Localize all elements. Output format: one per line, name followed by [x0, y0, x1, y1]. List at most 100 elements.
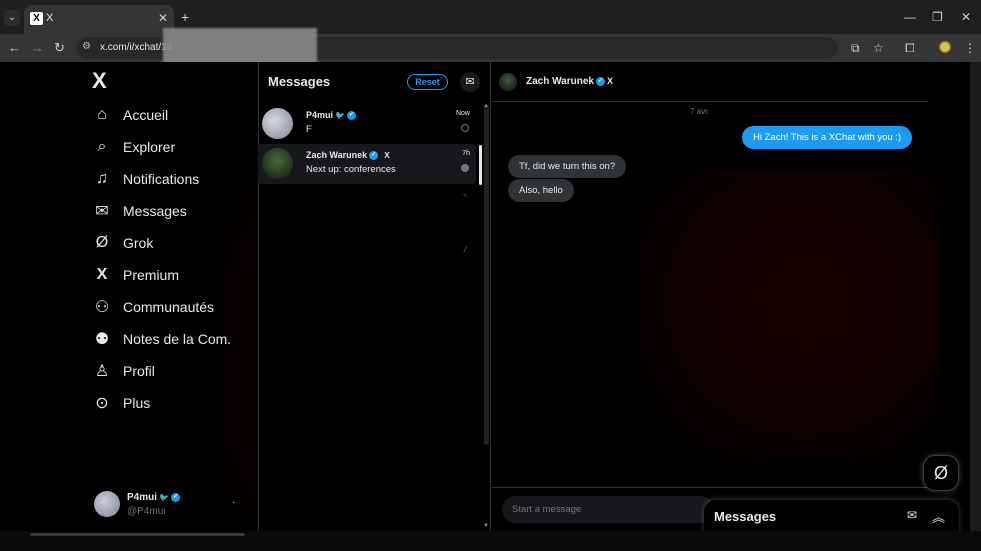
browser-tab[interactable]: X X ✕	[24, 5, 174, 34]
read-status-icon	[461, 164, 469, 172]
profile-icon: ♙	[94, 363, 110, 380]
x-badge-icon: X	[607, 76, 614, 86]
account-switcher[interactable]: P4mui 🐦 ✓ @P4mui ·	[94, 491, 254, 521]
messages-title: Messages	[268, 74, 331, 89]
conversation-item-p4mui[interactable]: P4mui 🐦 ✓ F Now	[258, 104, 476, 144]
avatar[interactable]	[499, 73, 517, 91]
browser-profile-avatar[interactable]	[938, 40, 952, 54]
sidebar-item-communautes[interactable]: ⚇ Communautés	[92, 294, 214, 320]
messages-drawer-title: Messages	[714, 509, 777, 524]
x-favicon-icon: X	[30, 12, 43, 25]
sidebar-item-label: Grok	[123, 235, 154, 251]
conversation-name: Zach Warunek ✓ X	[306, 150, 390, 161]
resize-handle-icon[interactable]: ⁄	[465, 245, 466, 254]
bell-icon: ♫	[96, 170, 108, 187]
new-message-icon[interactable]: ✉	[907, 508, 917, 522]
sidebar-item-label: Notifications	[123, 171, 200, 187]
verified-badge-icon: ✓	[346, 111, 356, 121]
message-bubble-incoming[interactable]: Also, hello	[508, 179, 574, 202]
x-logo-icon[interactable]: X	[92, 68, 107, 94]
account-name: P4mui 🐦 ✓	[127, 492, 180, 503]
date-separator: 7 avr.	[690, 107, 710, 116]
sidebar-item-explorer[interactable]: ⌕ Explorer	[92, 134, 176, 160]
conversation-list-scroll-thumb[interactable]	[479, 145, 482, 185]
maximize-icon[interactable]: ❐	[932, 10, 943, 24]
new-message-envelope-icon[interactable]: ✉	[460, 72, 480, 92]
sidebar-item-grok[interactable]: Ø Grok	[92, 230, 154, 256]
sidebar-item-messages[interactable]: ✉ Messages	[92, 198, 187, 224]
conversation-time: Now	[455, 110, 470, 117]
sidebar-item-profil[interactable]: ♙ Profil	[92, 358, 155, 384]
more-circle-icon: ⊙	[95, 395, 109, 412]
scroll-down-arrow-icon[interactable]: ▼	[483, 523, 489, 529]
conversation-preview: Next up: conferences	[306, 164, 396, 175]
conversation-name: P4mui 🐦 ✓	[306, 110, 356, 121]
tab-close-icon[interactable]: ✕	[158, 11, 168, 25]
sidebar-item-label: Explorer	[123, 139, 176, 155]
grok-icon: Ø	[933, 463, 948, 483]
conversation-time: 7h	[462, 150, 470, 157]
tab-title: X	[46, 12, 54, 24]
reload-icon[interactable]: ↻	[54, 40, 65, 56]
x-badge-icon: X	[384, 151, 390, 160]
horizontal-scrollbar-thumb[interactable]	[30, 533, 245, 536]
account-handle: @P4mui	[127, 506, 166, 517]
envelope-icon: ✉	[95, 203, 109, 220]
verified-badge-icon: ✓	[170, 492, 180, 502]
account-more-icon[interactable]: ·	[232, 497, 235, 508]
conversation-list-scrollbar[interactable]	[484, 105, 489, 445]
chat-background-glow	[640, 170, 940, 460]
sidebar-item-premium[interactable]: X Premium	[92, 262, 179, 288]
conversation-preview: F	[306, 124, 312, 135]
minimize-icon[interactable]: —	[904, 10, 916, 24]
tab-search-chevron-down-icon[interactable]: ⌄	[4, 10, 20, 26]
message-bubble-incoming[interactable]: Tf, did we turn this on?	[508, 155, 627, 178]
sidebar-item-label: Communautés	[123, 299, 215, 315]
avatar	[262, 148, 293, 179]
bookmark-star-icon[interactable]: ☆	[873, 41, 884, 55]
sidebar-item-notifications[interactable]: ♫ Notifications	[92, 166, 199, 192]
home-icon: ⌂	[97, 106, 107, 123]
extensions-puzzle-icon[interactable]: ⧠	[905, 41, 915, 56]
new-tab-plus-icon[interactable]: +	[181, 10, 189, 24]
sidebar-item-notes-de-la-com[interactable]: ⚉ Notes de la Com.	[92, 326, 231, 352]
chat-contact-name[interactable]: Zach Warunek ✓	[526, 76, 605, 87]
expand-chevron-up-icon[interactable]: ︽	[932, 507, 945, 526]
message-composer[interactable]	[502, 496, 714, 523]
sidebar-item-label: Messages	[123, 203, 187, 219]
page-scrollbar[interactable]	[970, 62, 981, 538]
unread-status-icon	[461, 124, 469, 132]
scroll-up-arrow-icon[interactable]: ▲	[483, 103, 489, 109]
browser-tab-bar: ⌄ X X ✕ + — ❐ ✕	[0, 0, 981, 34]
cast-icon[interactable]: ⧉	[851, 41, 860, 56]
bird-icon: 🐦	[159, 493, 169, 502]
composer-divider	[492, 487, 928, 488]
conversation-item-zach-warunek[interactable]: Zach Warunek ✓ X Next up: conferences 7h	[258, 144, 476, 184]
back-arrow-icon[interactable]: ←	[8, 40, 21, 55]
forward-arrow-icon[interactable]: →	[31, 40, 44, 55]
avatar	[94, 491, 120, 517]
bird-icon: 🐦	[335, 111, 345, 120]
address-bar: ← → ↻ ⚙ x.com/i/xchat/14 ⧉ ☆ ⧠ ⋮	[0, 34, 981, 62]
x-premium-icon: X	[96, 266, 108, 283]
chat-header: Zach Warunek ✓ X	[492, 62, 928, 102]
sidebar-item-label: Premium	[123, 267, 180, 283]
avatar	[262, 108, 293, 139]
communities-icon: ⚇	[94, 299, 110, 316]
sidebar-item-plus[interactable]: ⊙ Plus	[92, 390, 150, 416]
sidebar-item-accueil[interactable]: ⌂ Accueil	[92, 102, 168, 128]
message-input[interactable]	[512, 501, 702, 518]
browser-menu-icon[interactable]: ⋮	[964, 41, 976, 55]
url-text: x.com/i/xchat/14	[100, 42, 173, 53]
sidebar-item-label: Profil	[123, 363, 155, 379]
verified-badge-icon: ✓	[595, 76, 605, 86]
window-close-icon[interactable]: ✕	[961, 10, 971, 24]
verified-badge-icon: ✓	[369, 151, 379, 161]
sidebar-item-label: Accueil	[123, 107, 169, 123]
message-bubble-outgoing[interactable]: Hi Zach! This is a XChat with you :)	[742, 126, 913, 149]
reset-button[interactable]: Reset	[407, 74, 448, 90]
messages-drawer[interactable]: Messages ✉ ︽	[704, 500, 959, 535]
grok-floating-button[interactable]: Ø	[923, 455, 959, 491]
sidebar-item-label: Notes de la Com.	[123, 331, 232, 347]
site-settings-icon[interactable]: ⚙	[82, 41, 91, 52]
